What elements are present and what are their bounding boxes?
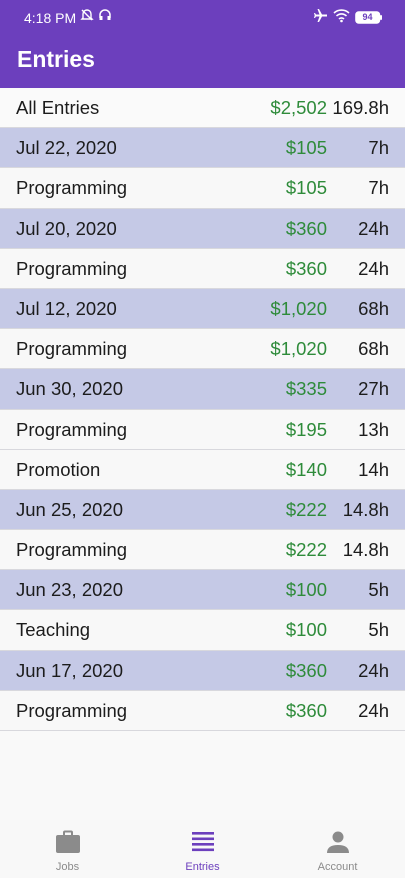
briefcase-icon	[55, 830, 81, 859]
row-amount: $1,020	[270, 297, 327, 319]
row-hours: 24h	[358, 699, 389, 721]
nav-entries-label: Entries	[185, 861, 220, 873]
nav-jobs[interactable]: Jobs	[0, 820, 135, 878]
row-label: Jun 23, 2020	[16, 579, 123, 601]
row-amount: $222	[285, 498, 327, 520]
row-hours: 7h	[368, 177, 389, 199]
nav-entries[interactable]: Entries	[135, 820, 270, 878]
row-amount: $105	[285, 137, 327, 159]
row-hours: 14h	[358, 458, 389, 480]
row-hours: 169.8h	[332, 97, 389, 118]
row-label: Programming	[16, 177, 128, 199]
row-amount: $222	[285, 539, 327, 561]
row-label: Jun 17, 2020	[16, 659, 123, 681]
entry-row[interactable]: Programming $360 24h	[0, 690, 405, 731]
status-bar: 4:18 PM 94	[0, 0, 405, 36]
row-hours: 24h	[358, 217, 389, 239]
battery-icon: 94	[355, 11, 383, 29]
row-label: Programming	[16, 257, 128, 279]
row-label: Jul 22, 2020	[16, 137, 117, 159]
headset-icon	[98, 8, 112, 27]
entry-row[interactable]: Programming $222 14.8h	[0, 530, 405, 571]
entry-row[interactable]: Programming $1,020 68h	[0, 329, 405, 370]
row-amount: $2,502	[270, 97, 327, 118]
list-icon	[191, 830, 215, 857]
row-label: Teaching	[16, 619, 91, 641]
entry-row[interactable]: Teaching $100 5h	[0, 610, 405, 651]
row-hours: 5h	[368, 619, 389, 641]
date-row[interactable]: Jul 12, 2020 $1,020 68h	[0, 288, 405, 330]
person-icon	[326, 830, 350, 859]
row-label: All Entries	[16, 97, 100, 118]
date-row[interactable]: Jun 30, 2020 $335 27h	[0, 369, 405, 410]
row-label: Programming	[16, 338, 128, 360]
row-hours: 14.8h	[342, 498, 389, 520]
wifi-icon	[333, 8, 350, 28]
nav-account[interactable]: Account	[270, 820, 405, 878]
date-row[interactable]: Jul 22, 2020 $105 7h	[0, 128, 405, 169]
airplane-icon	[313, 8, 328, 28]
app-bar: Entries	[0, 36, 405, 88]
row-amount: $360	[285, 699, 327, 721]
row-label: Programming	[16, 539, 128, 561]
date-row[interactable]: Jun 17, 2020 $360 24h	[0, 650, 405, 691]
date-row[interactable]: Jun 23, 2020 $100 5h	[0, 570, 405, 611]
bottom-navigation: Jobs Entries Account	[0, 820, 405, 878]
row-label: Jun 25, 2020	[16, 498, 123, 520]
date-row[interactable]: Jul 20, 2020 $360 24h	[0, 208, 405, 249]
entries-list: All Entries $2,502 169.8h Jul 22, 2020 $105 7…	[0, 88, 405, 731]
entry-row[interactable]: Programming $195 13h	[0, 409, 405, 450]
row-amount: $360	[285, 217, 327, 239]
row-amount: $335	[285, 378, 327, 400]
row-amount: $360	[285, 257, 327, 279]
row-label: Jul 20, 2020	[16, 217, 117, 239]
row-hours: 14.8h	[342, 539, 389, 561]
row-hours: 7h	[368, 137, 389, 159]
row-hours: 5h	[368, 579, 389, 601]
row-amount: $105	[285, 177, 327, 199]
row-amount: $100	[285, 619, 327, 641]
all-entries-row[interactable]: All Entries $2,502 169.8h	[0, 88, 405, 129]
status-time: 4:18 PM	[24, 10, 77, 26]
battery-level: 94	[362, 12, 373, 22]
entry-row[interactable]: Programming $360 24h	[0, 248, 405, 289]
row-label: Programming	[16, 699, 128, 721]
mute-notifications-icon	[80, 8, 94, 27]
row-label: Jul 12, 2020	[16, 297, 117, 319]
row-amount: $100	[285, 579, 327, 601]
row-label: Promotion	[16, 458, 101, 480]
page-title: Entries	[17, 46, 95, 72]
row-hours: 68h	[358, 297, 389, 319]
row-hours: 27h	[358, 378, 389, 400]
row-amount: $195	[285, 418, 327, 440]
row-hours: 68h	[358, 338, 389, 360]
row-hours: 13h	[358, 418, 389, 440]
row-amount: $140	[285, 458, 327, 480]
nav-jobs-label: Jobs	[55, 861, 80, 873]
row-label: Programming	[16, 418, 128, 440]
date-row[interactable]: Jun 25, 2020 $222 14.8h	[0, 489, 405, 531]
row-amount: $360	[285, 659, 327, 681]
row-label: Jun 30, 2020	[16, 378, 123, 400]
row-amount: $1,020	[270, 338, 327, 360]
row-hours: 24h	[358, 257, 389, 279]
entry-row[interactable]: Programming $105 7h	[0, 168, 405, 209]
row-hours: 24h	[358, 659, 389, 681]
entry-row[interactable]: Promotion $140 14h	[0, 449, 405, 490]
nav-account-label: Account	[317, 861, 358, 873]
